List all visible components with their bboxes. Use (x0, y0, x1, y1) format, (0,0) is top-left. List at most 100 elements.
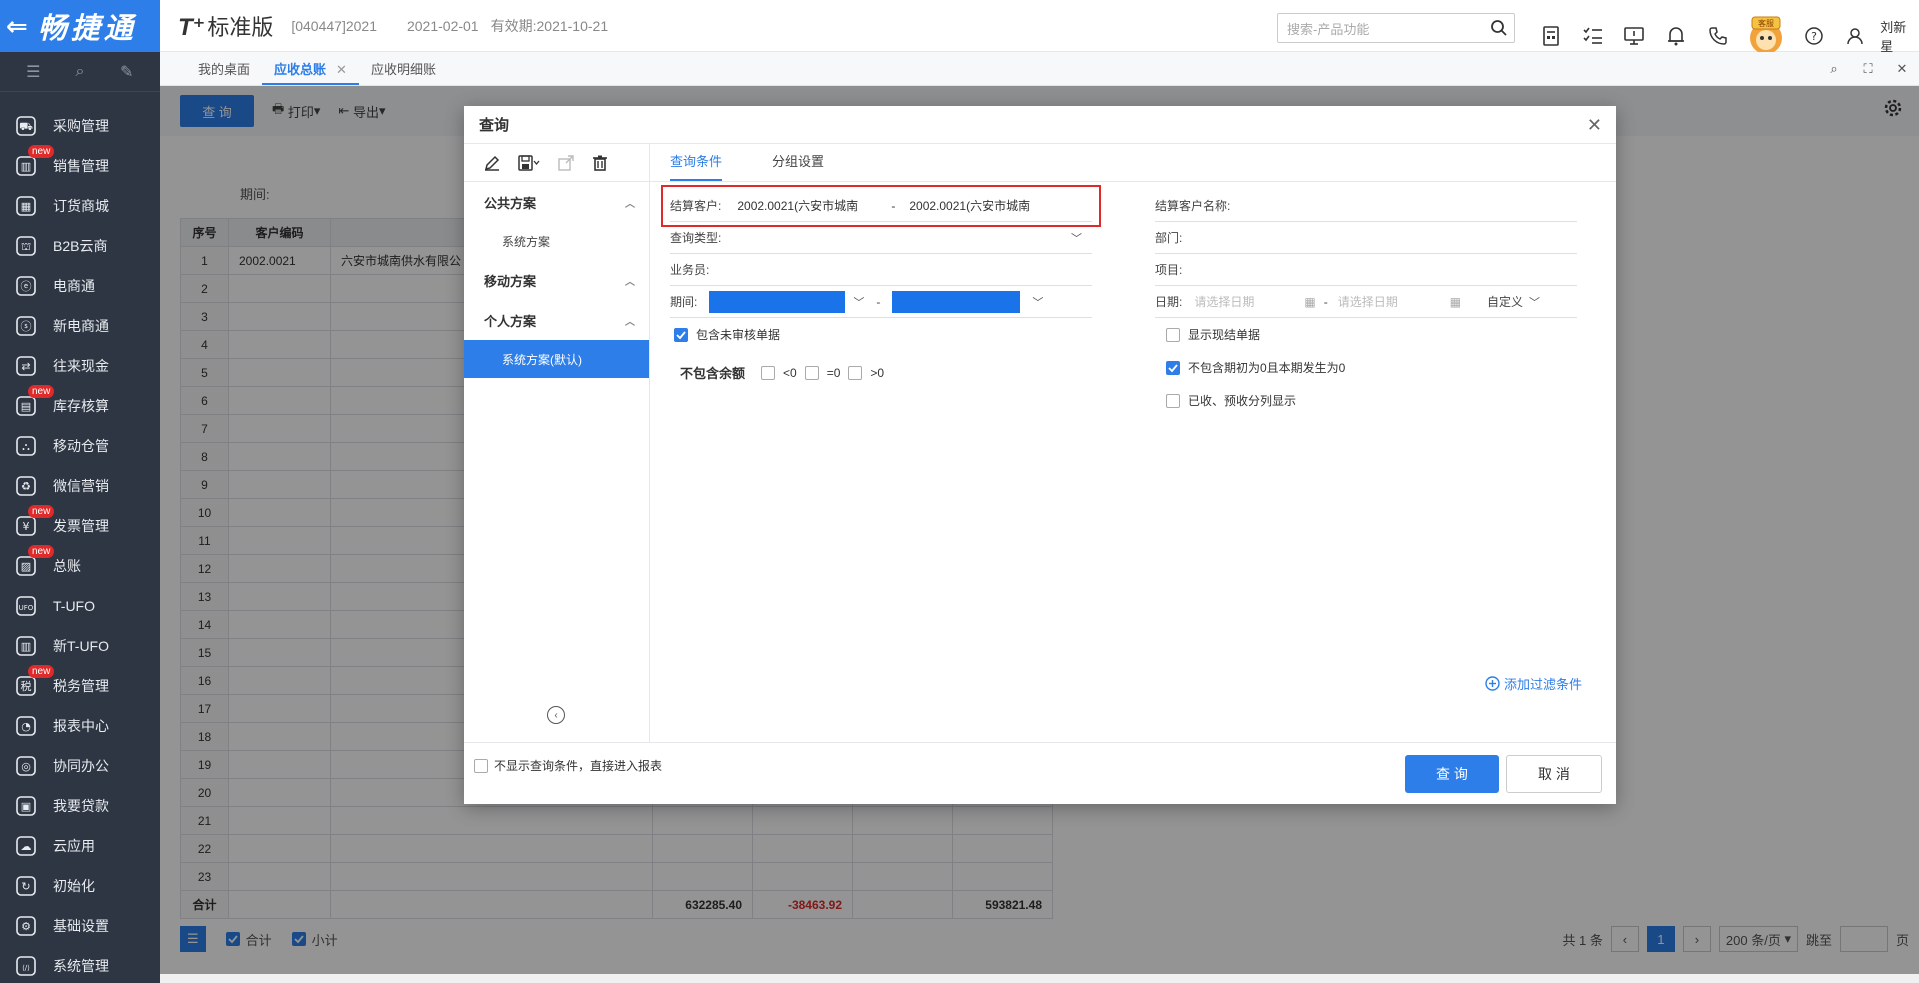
menu-icon[interactable]: ☰ (23, 62, 43, 82)
sidebar-item-2[interactable]: ▥ 销售管理 new (0, 145, 160, 186)
tab-search-icon[interactable]: ⌕ (1817, 61, 1851, 77)
fullscreen-icon[interactable]: ⛶ (1851, 61, 1885, 77)
share-icon[interactable] (558, 154, 574, 171)
calculator-icon[interactable] (1530, 26, 1572, 46)
svg-text:↻: ↻ (21, 880, 30, 893)
tab-receivable-detail[interactable]: 应收明细账 (359, 55, 448, 85)
sidebar-item-1[interactable]: ⛟ 采购管理 (0, 106, 160, 146)
svg-text:▥: ▥ (21, 640, 31, 653)
chevron-up-icon[interactable]: ︿ (625, 313, 635, 328)
edit-doc-icon[interactable]: ✎ (117, 62, 137, 82)
customer-name-field[interactable]: 结算客户名称: (1155, 190, 1577, 222)
tab-receivable-ledger[interactable]: 应收总账 ✕ (262, 55, 359, 85)
close-all-icon[interactable]: ✕ (1885, 61, 1919, 77)
period-label: 期间: (670, 295, 698, 309)
sidebar-item-20[interactable]: ↻ 初始化 (0, 866, 160, 906)
sidebar-item-7[interactable]: ⇄ 往来现金 (0, 346, 160, 386)
salesperson-field[interactable]: 业务员: (670, 254, 1092, 286)
project-field[interactable]: 项目: (1155, 254, 1577, 286)
sidebar-item-18[interactable]: ▣ 我要贷款 (0, 786, 160, 826)
settings-icon: ⚙ (13, 913, 39, 939)
user-name[interactable]: 刘新星 (1880, 17, 1919, 55)
lt0-checkbox[interactable] (761, 365, 776, 380)
calendar-icon[interactable]: ▦ (1450, 295, 1461, 309)
tab-group-settings[interactable]: 分组设置 (772, 144, 824, 181)
chevron-down-icon[interactable]: ﹀ (1529, 294, 1540, 310)
chevron-down-icon[interactable]: ﹀ (1032, 294, 1043, 310)
date-label: 日期: (1155, 295, 1183, 309)
dialog-query-button[interactable]: 查 询 (1405, 755, 1499, 793)
show-cash-checkbox[interactable]: 显示现结单据 (1166, 326, 1260, 343)
tab-desktop[interactable]: 我的桌面 (186, 55, 262, 85)
collapse-panel-icon[interactable]: ‹ (547, 706, 565, 724)
scheme-group-public[interactable]: 公共方案 ︿ (464, 182, 649, 222)
sidebar-item-5[interactable]: ⓔ 电商通 (0, 266, 160, 306)
system-icon: ⟨/⟩ (13, 953, 39, 979)
include-unaudited-checkbox[interactable]: 包含未审核单据 (674, 326, 780, 343)
eq0-checkbox[interactable] (804, 365, 819, 380)
sidebar-item-label: 初始化 (53, 878, 95, 894)
save-icon[interactable] (518, 154, 540, 171)
sidebar-item-12[interactable]: ▨ 总账 new (0, 545, 160, 586)
search-doc-icon[interactable]: ⌕ (70, 62, 90, 82)
delete-icon[interactable] (592, 155, 608, 171)
close-dialog-icon[interactable]: ✕ (1587, 115, 1602, 136)
sidebar-item-label: 发票管理 (53, 518, 109, 534)
phone-icon[interactable] (1697, 27, 1739, 45)
sidebar-item-19[interactable]: ☁ 云应用 (0, 826, 160, 866)
chevron-down-icon[interactable]: ﹀ (1071, 230, 1082, 246)
sidebar-item-13[interactable]: UFO T-UFO (0, 586, 160, 626)
sidebar-item-17[interactable]: ◎ 协同办公 (0, 746, 160, 786)
bell-icon[interactable] (1655, 26, 1697, 46)
sidebar-item-4[interactable]: ⛫ B2B云商 (0, 226, 160, 266)
scheme-group-mobile[interactable]: 移动方案 ︿ (464, 260, 649, 300)
query-type-select[interactable]: 查询类型: ﹀ (670, 222, 1092, 254)
separate-display-checkbox[interactable]: 已收、预收分列显示 (1166, 392, 1296, 409)
task-list-icon[interactable] (1572, 27, 1614, 45)
exclude-zero-checkbox[interactable]: 不包含期初为0且本期发生为0 (1166, 359, 1345, 376)
sidebar-item-22[interactable]: ⟨/⟩ 系统管理 (0, 946, 160, 983)
sidebar-item-6[interactable]: ⓢ 新电商通 (0, 306, 160, 346)
chevron-up-icon[interactable]: ︿ (625, 273, 635, 288)
close-tab-icon[interactable]: ✕ (336, 62, 347, 77)
sidebar-item-15[interactable]: 税 税务管理 new (0, 665, 160, 706)
tab-query-conditions[interactable]: 查询条件 (670, 144, 723, 181)
date-range-field[interactable]: 日期: 请选择日期 ▦ - 请选择日期 ▦ 自定义 ﹀ (1155, 286, 1577, 318)
skip-conditions-checkbox[interactable]: 不显示查询条件，直接进入报表 (474, 757, 662, 774)
sidebar-item-16[interactable]: ◔ 报表中心 (0, 706, 160, 746)
sidebar-item-11[interactable]: ¥ 发票管理 new (0, 505, 160, 546)
search-input[interactable]: 搜索-产品功能 (1277, 13, 1515, 43)
range-separator: - (1323, 294, 1328, 309)
scheme-group-personal[interactable]: 个人方案 ︿ (464, 300, 649, 340)
sidebar-item-9[interactable]: ⛬ 移动仓管 (0, 426, 160, 466)
calendar-icon[interactable]: ▦ (1304, 295, 1315, 309)
period-to-select[interactable] (892, 290, 1021, 313)
date-preset-select[interactable]: 自定义 (1487, 293, 1523, 310)
checkbox-box (474, 758, 488, 773)
logo[interactable]: ⇐ 畅捷通 (0, 0, 160, 52)
period-range-field[interactable]: 期间: ﹀ - ﹀ (670, 286, 1092, 318)
sidebar-item-10[interactable]: ♻ 微信营销 (0, 466, 160, 506)
chevron-up-icon[interactable]: ︿ (625, 195, 635, 210)
scheme-item-default[interactable]: 系统方案(默认) (464, 340, 649, 378)
add-filter-link[interactable]: 添加过滤条件 (1485, 674, 1582, 693)
scheme-item-system[interactable]: 系统方案 (464, 222, 649, 260)
dialog-cancel-button[interactable]: 取 消 (1506, 755, 1602, 793)
date-from-input[interactable]: 请选择日期 (1194, 293, 1304, 310)
user-icon[interactable] (1834, 27, 1876, 45)
sidebar-item-21[interactable]: ⚙ 基础设置 (0, 906, 160, 946)
sidebar-item-3[interactable]: ▦ 订货商城 (0, 186, 160, 226)
help-icon[interactable]: ? (1793, 27, 1835, 45)
date-to-input[interactable]: 请选择日期 (1338, 293, 1450, 310)
sidebar-item-8[interactable]: ▤ 库存核算 new (0, 385, 160, 426)
back-arrow-icon[interactable]: ⇐ (6, 11, 32, 42)
department-field[interactable]: 部门: (1155, 222, 1577, 254)
sidebar-item-14[interactable]: ▥ 新T-UFO (0, 626, 160, 666)
sidebar-item-label: 协同办公 (53, 758, 109, 774)
search-icon[interactable] (1490, 19, 1508, 40)
period-from-select[interactable] (709, 290, 846, 313)
chevron-down-icon[interactable]: ﹀ (853, 294, 864, 310)
screen-icon[interactable] (1614, 27, 1656, 45)
gt0-checkbox[interactable] (848, 365, 863, 380)
edit-icon[interactable] (484, 155, 500, 171)
